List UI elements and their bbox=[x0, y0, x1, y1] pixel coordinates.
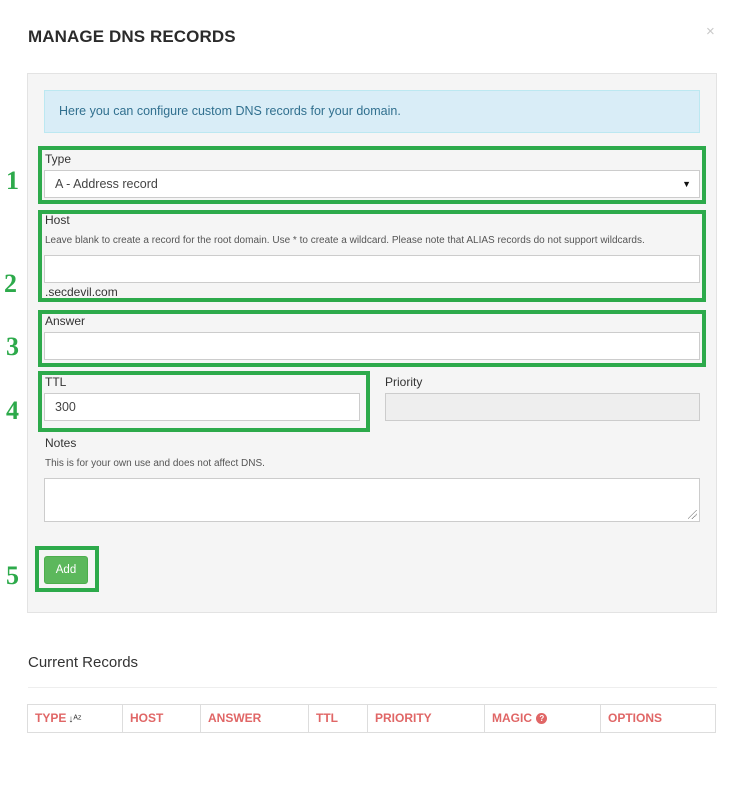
column-header-answer[interactable]: ANSWER bbox=[201, 705, 309, 732]
info-alert: Here you can configure custom DNS record… bbox=[44, 90, 700, 133]
annotation-number-4: 4 bbox=[6, 396, 19, 425]
column-header-magic[interactable]: MAGIC ? bbox=[485, 705, 601, 732]
annotation-number-2: 2 bbox=[4, 269, 17, 298]
annotation-box-4 bbox=[38, 371, 370, 432]
notes-textarea[interactable] bbox=[44, 478, 700, 522]
annotation-number-5: 5 bbox=[6, 561, 19, 590]
current-records-title: Current Records bbox=[28, 654, 139, 671]
annotation-box-2 bbox=[38, 210, 706, 302]
close-icon[interactable]: × bbox=[706, 24, 715, 40]
column-header-type[interactable]: TYPE ↓ᴬᶻ bbox=[28, 705, 123, 732]
modal-title: MANAGE DNS RECORDS bbox=[28, 27, 236, 46]
column-header-priority[interactable]: PRIORITY bbox=[368, 705, 485, 732]
column-header-options: OPTIONS bbox=[608, 711, 663, 725]
column-header-host[interactable]: HOST bbox=[123, 705, 201, 732]
annotation-number-1: 1 bbox=[6, 166, 19, 195]
priority-input bbox=[385, 393, 700, 421]
priority-label: Priority bbox=[385, 375, 423, 389]
annotation-box-3 bbox=[38, 310, 706, 367]
question-circle-icon[interactable]: ? bbox=[536, 713, 548, 724]
annotation-box-5 bbox=[35, 546, 99, 592]
notes-help-text: This is for your own use and does not af… bbox=[45, 458, 265, 469]
notes-label: Notes bbox=[45, 436, 77, 450]
section-divider bbox=[28, 687, 717, 688]
annotation-number-3: 3 bbox=[6, 332, 19, 361]
annotation-box-1 bbox=[38, 146, 706, 204]
resize-handle-icon[interactable] bbox=[688, 510, 697, 519]
sort-alpha-asc-icon: ↓ᴬᶻ bbox=[68, 714, 82, 725]
records-table-header: TYPE ↓ᴬᶻ HOST ANSWER TTL PRIORITY MAGIC ?… bbox=[27, 704, 716, 733]
column-header-ttl[interactable]: TTL bbox=[309, 705, 368, 732]
